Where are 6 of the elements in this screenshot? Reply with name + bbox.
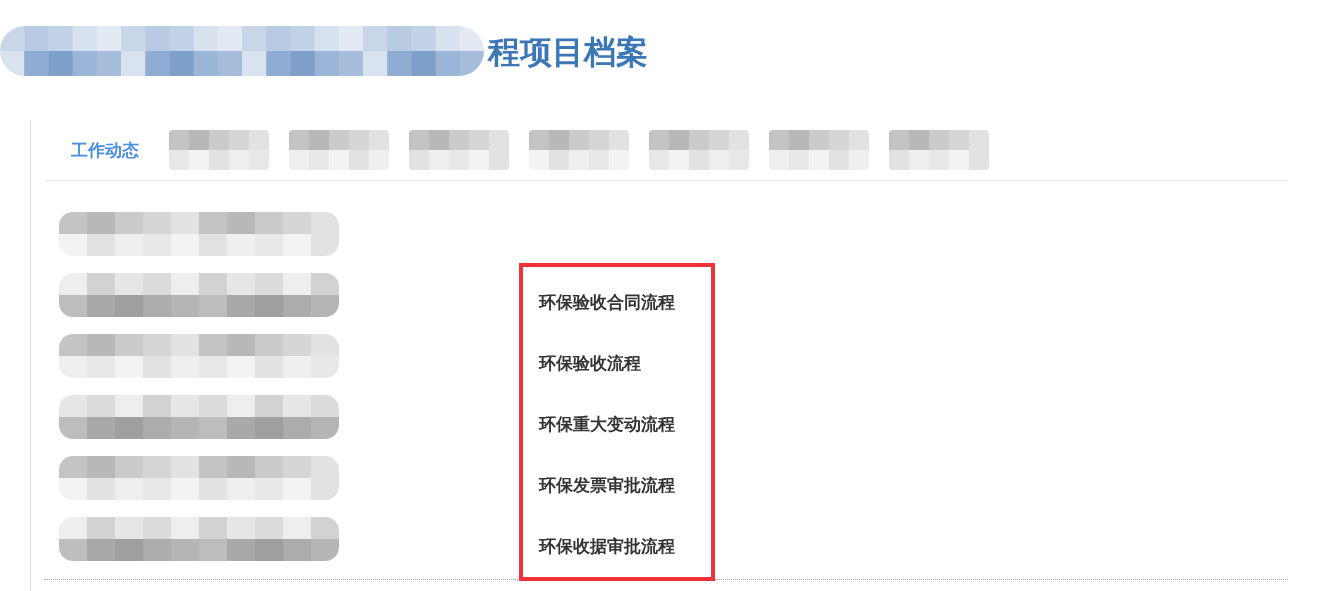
process-name[interactable]: 环保验收流程	[539, 333, 675, 394]
process-name[interactable]: 环保发票审批流程	[539, 455, 675, 516]
process-name[interactable]: 环保验收合同流程	[539, 272, 675, 333]
page-title: 程项目档案	[488, 32, 648, 73]
process-name[interactable]: 环保收据审批流程	[539, 516, 675, 577]
process-name[interactable]: 环保重大变动流程	[539, 394, 675, 455]
